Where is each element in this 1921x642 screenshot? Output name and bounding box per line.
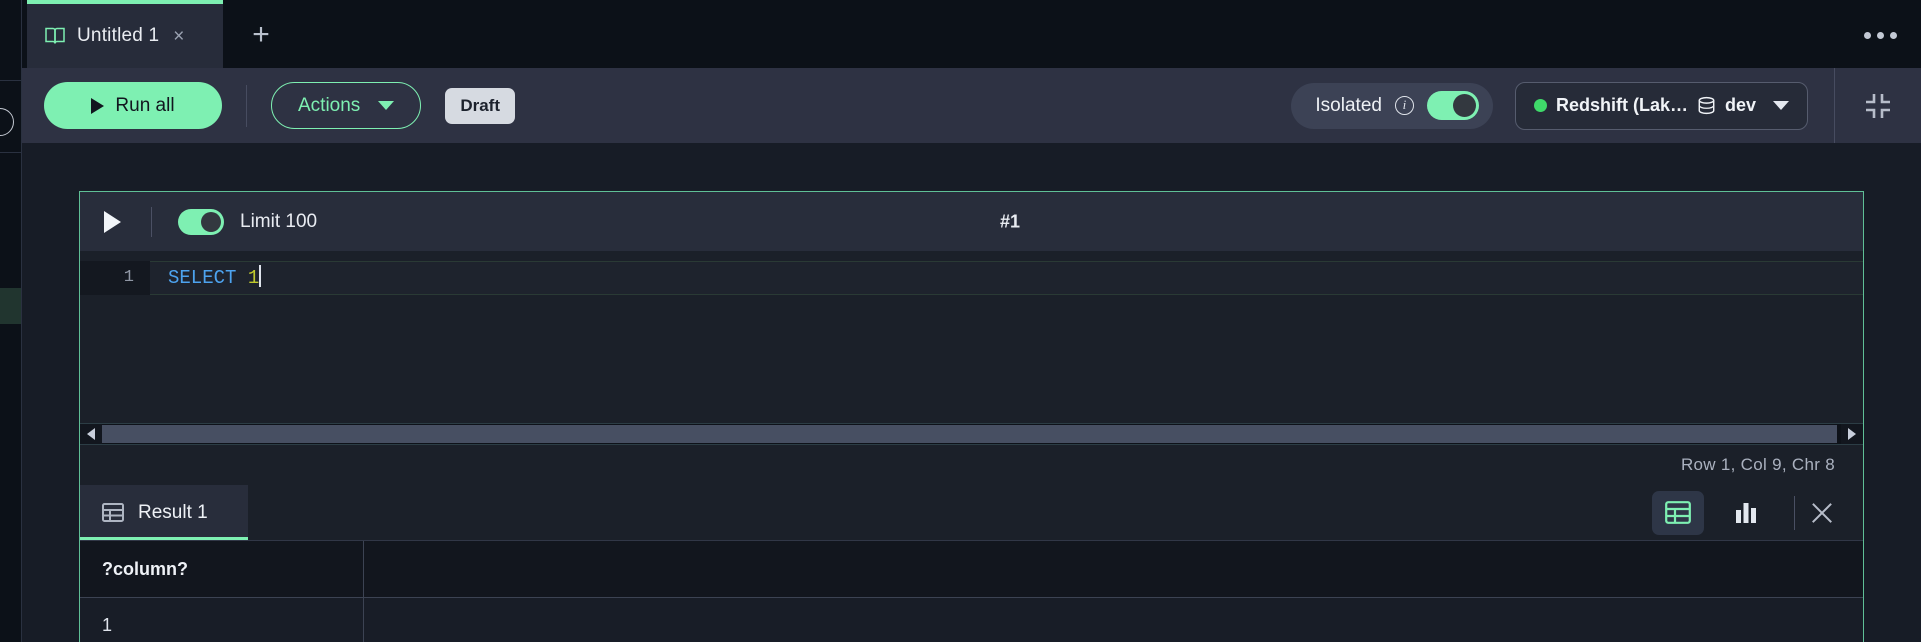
code-line[interactable]: 1 SELECT 1	[80, 261, 1863, 295]
line-number: 1	[80, 261, 150, 295]
rail-active-indicator[interactable]	[0, 288, 21, 324]
toggle-knob	[201, 211, 221, 232]
result-tab-label: Result 1	[138, 501, 208, 523]
main-toolbar: Run all Actions Draft Isolated i Redshif…	[22, 68, 1921, 143]
rail-divider-top	[0, 80, 22, 81]
column-header[interactable]: ?column?	[80, 541, 364, 597]
actions-label: Actions	[298, 94, 361, 116]
tab-close-icon[interactable]: ×	[173, 27, 184, 46]
isolated-label: Isolated	[1315, 94, 1382, 116]
collapse-button[interactable]	[1861, 89, 1895, 123]
chevron-down-icon	[378, 101, 395, 110]
dot	[1877, 32, 1884, 39]
result-view-tools	[1644, 485, 1863, 540]
notebook-cell: Limit 100 #1 1 SELECT 1 Row 1, Col 9, Ch…	[79, 191, 1864, 642]
cell-run-icon[interactable]	[104, 210, 121, 233]
tab-bar: Untitled 1 × +	[22, 0, 1921, 68]
rail-divider-bottom	[0, 152, 22, 153]
scrollbar-track[interactable]	[102, 424, 1841, 444]
table-view-icon	[1665, 501, 1691, 524]
notebook-content: Limit 100 #1 1 SELECT 1 Row 1, Col 9, Ch…	[22, 143, 1921, 642]
result-grid-header: ?column?	[80, 541, 1863, 598]
table-row[interactable]: 1	[80, 598, 1863, 642]
cell-value-empty	[364, 598, 1863, 642]
cell-value[interactable]: 1	[80, 598, 364, 642]
toolbar-divider-right	[1834, 68, 1835, 143]
collapse-icon	[1866, 93, 1890, 118]
limit-label: Limit 100	[240, 210, 318, 232]
connection-database: dev	[1724, 95, 1756, 115]
run-all-button[interactable]: Run all	[44, 82, 222, 129]
status-badge: Draft	[445, 87, 515, 124]
actions-dropdown-button[interactable]: Actions	[271, 82, 422, 129]
column-header-empty	[364, 541, 1863, 597]
left-rail	[0, 0, 22, 642]
overflow-menu-icon[interactable]	[1864, 32, 1897, 39]
cursor-position-status: Row 1, Col 9, Chr 8	[1680, 455, 1835, 474]
table-icon	[102, 503, 124, 522]
dot	[1864, 32, 1871, 39]
sql-space	[236, 267, 247, 289]
tab-untitled-1[interactable]: Untitled 1 ×	[27, 4, 223, 68]
code-text: SELECT 1	[150, 261, 262, 295]
isolated-mode-control[interactable]: Isolated i	[1291, 82, 1493, 129]
chart-view-button[interactable]	[1720, 491, 1772, 535]
play-icon	[91, 97, 105, 114]
editor-status-bar: Row 1, Col 9, Chr 8	[80, 445, 1863, 485]
database-icon	[1698, 96, 1715, 115]
sql-editor[interactable]: 1 SELECT 1	[80, 251, 1863, 423]
notebook-editor-window: Untitled 1 × + Run all Actions Draft Iso…	[0, 0, 1921, 642]
cell-header: Limit 100 #1	[80, 192, 1863, 251]
isolated-toggle[interactable]	[1426, 91, 1479, 120]
editor-horizontal-scrollbar[interactable]	[80, 423, 1863, 445]
scroll-left-arrow-icon[interactable]	[80, 424, 102, 444]
connection-selector[interactable]: Redshift (Lak… dev	[1514, 81, 1808, 130]
chart-view-icon	[1736, 503, 1756, 523]
cell-number: #1	[1000, 211, 1021, 231]
tab-title: Untitled 1	[77, 25, 160, 46]
notebook-icon	[45, 27, 65, 44]
dot	[1890, 32, 1897, 39]
new-tab-button[interactable]: +	[246, 20, 276, 52]
toolbar-divider	[246, 84, 247, 127]
tab-result-1[interactable]: Result 1	[80, 485, 248, 540]
sql-keyword: SELECT	[168, 267, 237, 289]
scroll-right-arrow-icon[interactable]	[1841, 424, 1863, 444]
rail-circle-button[interactable]	[0, 108, 14, 136]
toggle-knob	[1452, 94, 1476, 117]
sql-number: 1	[247, 267, 260, 289]
scrollbar-thumb[interactable]	[102, 425, 1837, 443]
connection-status-dot	[1533, 99, 1547, 112]
cell-header-divider	[151, 206, 152, 237]
result-tab-bar: Result 1	[80, 485, 1863, 541]
connection-name: Redshift (Lak…	[1555, 95, 1688, 115]
limit-toggle[interactable]	[178, 208, 224, 235]
run-all-label: Run all	[115, 94, 175, 116]
result-grid: ?column? 1	[80, 541, 1863, 642]
toolbar-right-group: Isolated i Redshift (Lak… dev	[1291, 68, 1921, 143]
result-tools-divider	[1794, 495, 1795, 530]
text-caret	[259, 265, 262, 287]
table-view-button[interactable]	[1652, 490, 1704, 535]
chevron-down-icon	[1773, 101, 1789, 110]
close-result-icon[interactable]	[1809, 500, 1835, 526]
info-icon[interactable]: i	[1394, 96, 1414, 115]
